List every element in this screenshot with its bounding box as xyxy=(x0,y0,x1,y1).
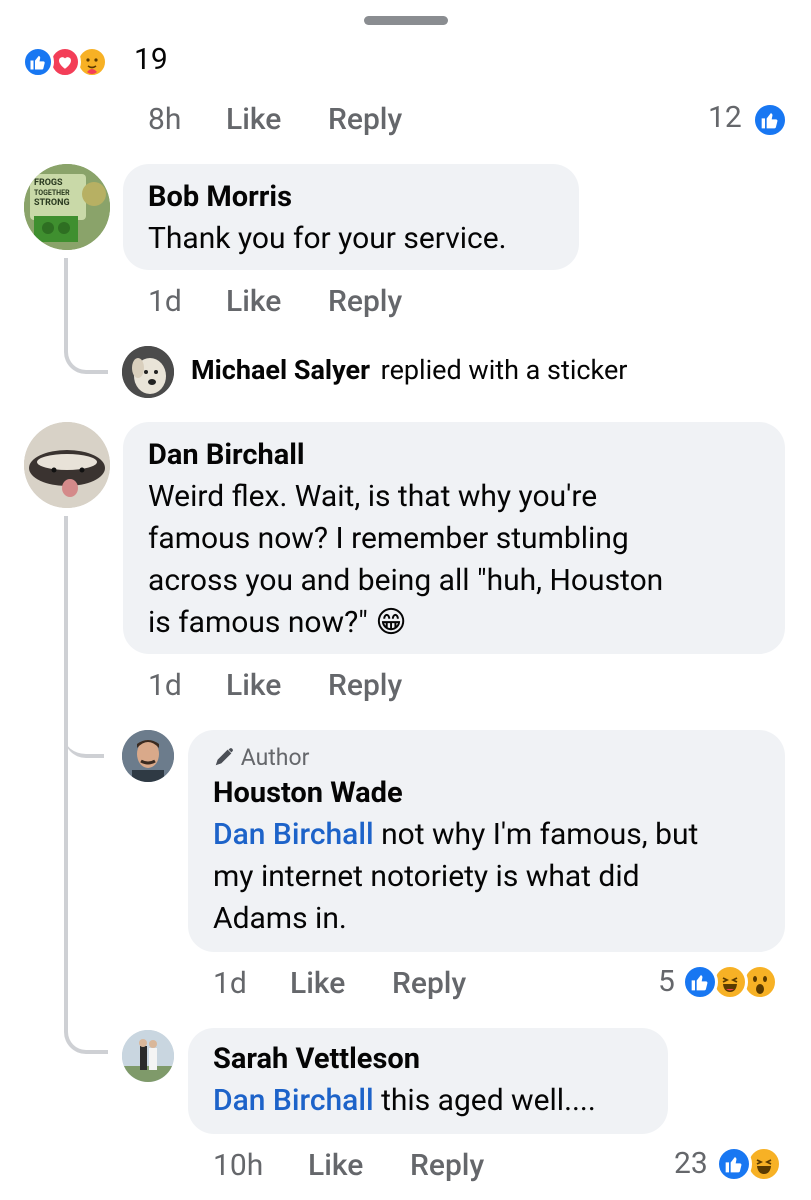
parent-reaction-count[interactable]: 12 xyxy=(708,100,788,140)
like-icon xyxy=(752,102,788,138)
reply-like-button[interactable]: Like xyxy=(308,1148,363,1183)
avatar-image xyxy=(122,730,174,782)
avatar[interactable] xyxy=(122,730,174,782)
comment-text-line: is famous now?" 😁 xyxy=(148,605,407,640)
grinning-emoji: 😁 xyxy=(375,605,407,640)
reply-reply-button[interactable]: Reply xyxy=(410,1148,484,1183)
avatar-image xyxy=(24,422,110,508)
reply-time: 10h xyxy=(213,1148,264,1183)
pencil-icon xyxy=(215,748,233,766)
sticker-reply-summary[interactable]: Michael Salyer replied with a sticker xyxy=(191,354,627,386)
like-icon xyxy=(716,1146,752,1182)
sticker-reply-author[interactable]: Michael Salyer xyxy=(191,354,370,386)
reply-author[interactable]: Houston Wade xyxy=(213,776,403,810)
reply-reply-button[interactable]: Reply xyxy=(392,966,466,1001)
like-icon xyxy=(22,46,54,78)
reply-reaction-count[interactable]: 23 xyxy=(674,1144,786,1184)
comment-text: Weird flex. Wait, is that why you're fam… xyxy=(148,476,663,644)
author-badge: Author xyxy=(213,744,309,771)
parent-time: 8h xyxy=(148,102,182,137)
avatar-sign-text: FROGS TOGETHER STRONG xyxy=(34,178,70,208)
reply-reaction-count[interactable]: 5 xyxy=(658,962,788,1002)
avatar[interactable] xyxy=(122,346,174,398)
comment-text-line: across you and being all "huh, Houston xyxy=(148,563,664,598)
parent-reaction-count-text: 12 xyxy=(708,100,742,135)
avatar[interactable] xyxy=(122,1030,174,1082)
thread-connector xyxy=(64,740,108,1054)
comment-text: Thank you for your service. xyxy=(148,221,507,256)
reply-author[interactable]: Sarah Vettleson xyxy=(213,1042,420,1076)
reply-time: 1d xyxy=(213,966,247,1001)
reply-text: Dan Birchall this aged well.... xyxy=(213,1083,596,1118)
drag-handle[interactable] xyxy=(364,16,448,25)
comment-reply-button[interactable]: Reply xyxy=(328,668,402,703)
reply-bubble[interactable]: Author Houston Wade Dan Birchall not why… xyxy=(188,730,785,952)
comment-like-button[interactable]: Like xyxy=(226,284,281,319)
like-icon xyxy=(682,964,718,1000)
reply-text: Dan Birchall not why I'm famous, but my … xyxy=(213,817,699,936)
reaction-summary-count: 19 xyxy=(134,42,168,77)
comment-time: 1d xyxy=(148,668,182,703)
comment-bubble[interactable]: Dan Birchall Weird flex. Wait, is that w… xyxy=(123,422,785,654)
reply-reaction-count-text: 23 xyxy=(674,1146,708,1181)
comment-bubble[interactable]: Bob Morris Thank you for your service. xyxy=(123,164,579,270)
thread-connector xyxy=(64,258,108,374)
reply-like-button[interactable]: Like xyxy=(290,966,345,1001)
comment-text-line: Weird flex. Wait, is that why you're xyxy=(148,479,598,514)
mention-link[interactable]: Dan Birchall xyxy=(213,817,374,852)
reply-bubble[interactable]: Sarah Vettleson Dan Birchall this aged w… xyxy=(188,1028,668,1134)
avatar[interactable]: FROGS TOGETHER STRONG xyxy=(24,164,110,250)
author-badge-label: Author xyxy=(240,744,310,771)
mention-link[interactable]: Dan Birchall xyxy=(213,1083,374,1118)
avatar[interactable] xyxy=(24,422,110,508)
comment-like-button[interactable]: Like xyxy=(226,668,281,703)
parent-reply-button[interactable]: Reply xyxy=(328,102,402,137)
comment-reply-button[interactable]: Reply xyxy=(328,284,402,319)
parent-like-button[interactable]: Like xyxy=(226,102,281,137)
comment-author[interactable]: Dan Birchall xyxy=(148,438,305,472)
reply-reaction-count-text: 5 xyxy=(658,964,675,999)
avatar-image xyxy=(122,346,174,398)
comment-author[interactable]: Bob Morris xyxy=(148,180,292,214)
sticker-reply-text: replied with a sticker xyxy=(380,354,628,386)
comment-time: 1d xyxy=(148,284,182,319)
reaction-summary[interactable]: 19 xyxy=(22,42,182,80)
comment-text-line: famous now? I remember stumbling xyxy=(148,521,629,556)
avatar-image xyxy=(122,1030,174,1082)
